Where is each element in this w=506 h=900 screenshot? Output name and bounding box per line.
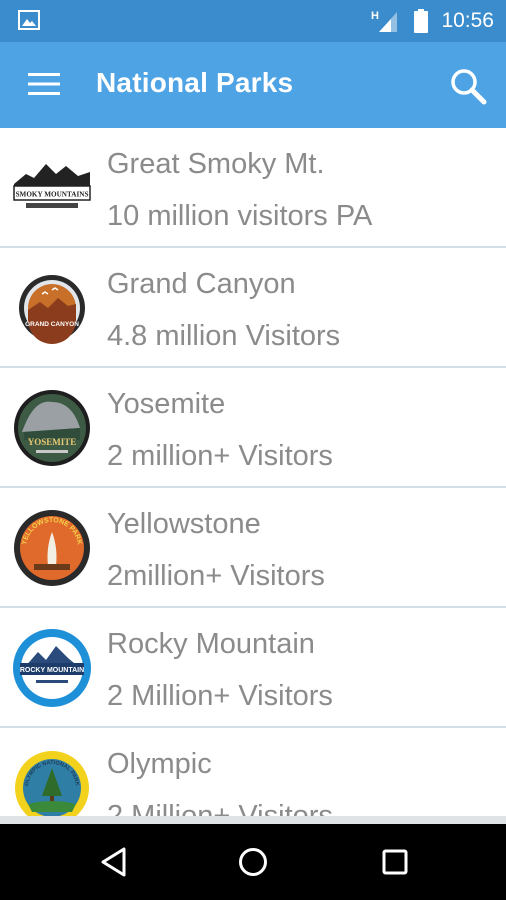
back-icon[interactable] xyxy=(96,844,132,880)
battery-icon xyxy=(414,9,429,33)
park-name: Yosemite xyxy=(107,388,226,420)
page-title: National Parks xyxy=(96,67,294,98)
yosemite-logo: YOSEMITE xyxy=(14,390,90,466)
status-bar: H 10:56 xyxy=(0,0,506,42)
menu-icon[interactable] xyxy=(28,72,60,96)
list-item[interactable]: YELLOWSTONE PARK Yellowstone 2million+ V… xyxy=(0,488,506,608)
park-name: Olympic xyxy=(107,748,212,780)
home-icon[interactable] xyxy=(235,844,271,880)
svg-text:GRAND CANYON: GRAND CANYON xyxy=(25,321,79,328)
app-bar: National Parks xyxy=(0,42,506,128)
list-item[interactable]: GRAND CANYON Grand Canyon 4.8 million Vi… xyxy=(0,248,506,368)
olympic-logo: OLYMPIC NATIONAL PARK xyxy=(15,751,89,816)
park-list: SMOKY MOUNTAINS Great Smoky Mt. 10 milli… xyxy=(0,128,506,816)
park-visitors: 2million+ Visitors xyxy=(107,560,325,592)
park-visitors: 2 million+ Visitors xyxy=(107,440,333,472)
grand-canyon-logo: GRAND CANYON xyxy=(19,275,85,344)
park-visitors: 4.8 million Visitors xyxy=(107,320,341,352)
navigation-bar xyxy=(0,824,506,900)
great-smoky-mountains-logo: SMOKY MOUNTAINS xyxy=(13,164,91,208)
park-name: Rocky Mountain xyxy=(107,628,315,660)
list-bottom-edge xyxy=(0,816,506,824)
park-visitors: 10 million visitors PA xyxy=(107,200,373,232)
signal-icon: H xyxy=(371,10,398,32)
svg-text:YOSEMITE: YOSEMITE xyxy=(28,437,77,447)
network-label: H xyxy=(371,10,379,22)
yellowstone-logo: YELLOWSTONE PARK xyxy=(14,510,90,586)
list-item[interactable]: ROCKY MOUNTAIN Rocky Mountain 2 Million+… xyxy=(0,608,506,728)
search-icon[interactable] xyxy=(448,66,488,106)
svg-text:SMOKY MOUNTAINS: SMOKY MOUNTAINS xyxy=(16,191,89,199)
list-item[interactable]: OLYMPIC NATIONAL PARK Olympic 2 Million+… xyxy=(0,728,506,816)
rocky-mountain-logo: ROCKY MOUNTAIN xyxy=(13,629,91,707)
park-visitors: 2 Million+ Visitors xyxy=(107,800,333,816)
gallery-icon xyxy=(18,10,40,30)
park-name: Yellowstone xyxy=(107,508,261,540)
list-item[interactable]: YOSEMITE Yosemite 2 million+ Visitors xyxy=(0,368,506,488)
park-name: Grand Canyon xyxy=(107,268,296,300)
list-item[interactable]: SMOKY MOUNTAINS Great Smoky Mt. 10 milli… xyxy=(0,128,506,248)
status-time: 10:56 xyxy=(441,9,494,32)
svg-text:ROCKY MOUNTAIN: ROCKY MOUNTAIN xyxy=(20,667,84,674)
recents-icon[interactable] xyxy=(377,844,413,880)
park-visitors: 2 Million+ Visitors xyxy=(107,680,333,712)
park-name: Great Smoky Mt. xyxy=(107,148,325,180)
